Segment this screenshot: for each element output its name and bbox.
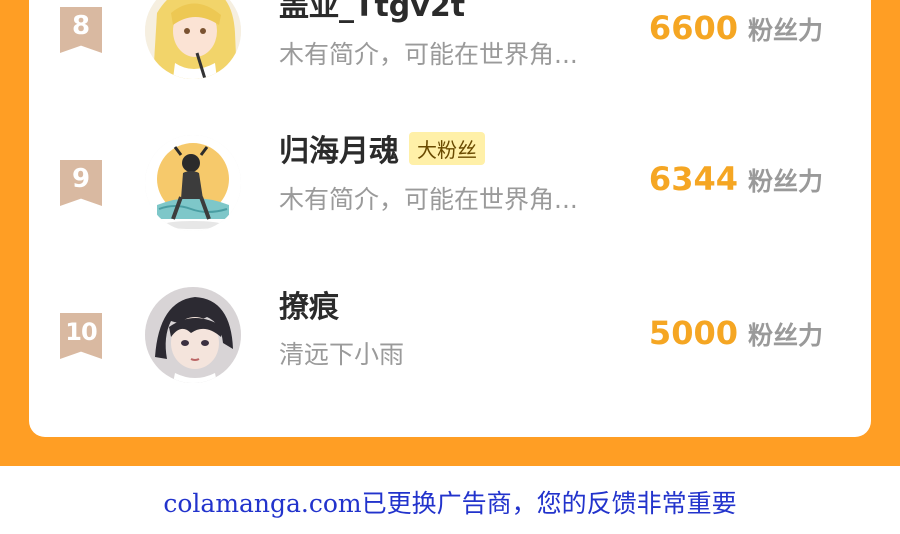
user-avatar[interactable] <box>145 287 241 383</box>
user-intro: 木有简介，可能在世界角... <box>279 40 578 69</box>
big-fan-badge: 大粉丝 <box>409 131 485 165</box>
ranking-row[interactable]: 9 归海月魂 大粉丝 木有简介，可能在世界角... 6344 粉丝力 <box>29 128 871 238</box>
user-name[interactable]: 盖亚_Ttgv2t <box>279 0 465 25</box>
user-intro: 木有简介，可能在世界角... <box>279 185 578 214</box>
fan-score-value: 5000 <box>648 314 738 352</box>
ad-notice-link[interactable]: colamanga.com已更换广告商，您的反馈非常重要 <box>0 484 900 520</box>
ranking-row[interactable]: 8 盖亚_Ttgv2t 木有简介，可能在世界角... 6600 粉丝力 <box>29 0 871 85</box>
fan-score-value: 6344 <box>648 160 738 198</box>
anime-girl-blonde-avatar-icon <box>145 0 241 79</box>
user-avatar[interactable] <box>145 0 241 79</box>
fan-score: 5000 粉丝力 <box>649 314 823 352</box>
fan-score-unit: 粉丝力 <box>747 16 823 45</box>
rank-badge: 8 <box>60 7 102 53</box>
rank-badge: 9 <box>60 160 102 206</box>
fan-score-unit: 粉丝力 <box>747 321 823 350</box>
rank-badge: 10 <box>60 313 102 359</box>
name-line: 归海月魂 大粉丝 <box>279 126 485 170</box>
fan-score: 6600 粉丝力 <box>649 9 823 47</box>
fan-score-value: 6600 <box>648 9 738 47</box>
fan-ranking-card: 8 盖亚_Ttgv2t 木有简介，可能在世界角... 6600 粉丝力 9 归海… <box>29 0 871 437</box>
fan-score-unit: 粉丝力 <box>747 167 823 196</box>
ranking-row[interactable]: 10 撩痕 清远下小雨 5000 粉丝力 <box>29 281 871 391</box>
name-line: 撩痕 <box>279 282 339 326</box>
fan-score: 6344 粉丝力 <box>649 160 823 198</box>
name-line: 盖亚_Ttgv2t <box>279 0 465 25</box>
user-intro: 清远下小雨 <box>279 340 405 369</box>
dark-hair-boy-avatar-icon <box>145 287 241 383</box>
user-name[interactable]: 归海月魂 <box>279 126 399 170</box>
user-name[interactable]: 撩痕 <box>279 282 339 326</box>
user-avatar[interactable] <box>145 135 241 231</box>
sitting-figure-avatar-icon <box>145 135 241 231</box>
